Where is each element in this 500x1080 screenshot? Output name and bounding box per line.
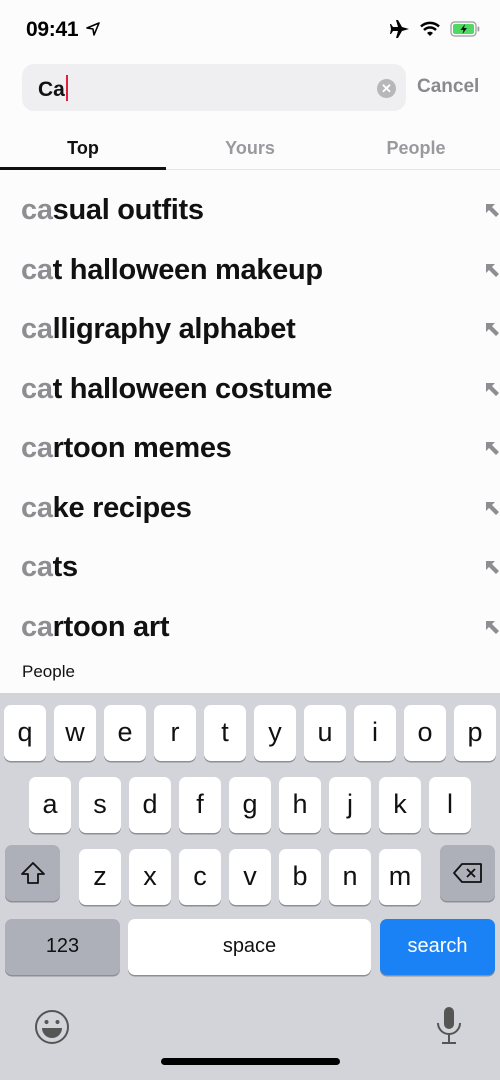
- key-n[interactable]: n: [329, 849, 371, 905]
- suggestion-match-prefix: ca: [21, 253, 53, 286]
- suggestion-text: casual outfits: [21, 194, 204, 227]
- microphone-icon[interactable]: [435, 1005, 463, 1047]
- active-tab-indicator: [0, 167, 166, 170]
- suggestion-completion: ke recipes: [52, 491, 192, 524]
- key-s[interactable]: s: [79, 777, 121, 833]
- key-m[interactable]: m: [379, 849, 421, 905]
- suggestion-item[interactable]: cake recipes: [0, 478, 500, 538]
- key-z[interactable]: z: [79, 849, 121, 905]
- suggestion-match-prefix: ca: [21, 313, 53, 345]
- backspace-icon: [452, 863, 482, 883]
- suggestion-match-prefix: ca: [21, 491, 53, 524]
- suggestion-text: calligraphy alphabet: [21, 313, 296, 346]
- suggestion-text: cartoon memes: [21, 432, 232, 465]
- key-b[interactable]: b: [279, 849, 321, 905]
- suggestion-item[interactable]: calligraphy alphabet: [0, 299, 500, 359]
- fill-query-arrow-icon[interactable]: [484, 500, 500, 516]
- suggestion-completion: t halloween makeup: [52, 253, 323, 286]
- key-y[interactable]: y: [254, 705, 296, 761]
- status-bar: 09:41: [0, 0, 500, 60]
- tab-yours[interactable]: Yours: [167, 138, 333, 159]
- key-x[interactable]: x: [129, 849, 171, 905]
- fill-query-arrow-icon[interactable]: [484, 321, 500, 337]
- key-j[interactable]: j: [329, 777, 371, 833]
- shift-icon: [20, 862, 45, 884]
- wifi-icon: [420, 21, 440, 36]
- numbers-key[interactable]: 123: [5, 919, 120, 975]
- search-input[interactable]: Ca ✕: [22, 64, 406, 111]
- airplane-icon: [390, 20, 409, 38]
- fill-query-arrow-icon[interactable]: [484, 619, 500, 635]
- home-indicator[interactable]: [161, 1058, 340, 1065]
- fill-query-arrow-icon[interactable]: [484, 559, 500, 575]
- suggestion-match-prefix: ca: [21, 432, 53, 464]
- suggestion-item[interactable]: cats: [0, 537, 500, 597]
- key-e[interactable]: e: [104, 705, 146, 761]
- suggestion-text: cat halloween makeup: [21, 254, 323, 287]
- suggestion-completion: sual outfits: [52, 194, 204, 226]
- key-t[interactable]: t: [204, 705, 246, 761]
- fill-query-arrow-icon[interactable]: [484, 440, 500, 456]
- key-c[interactable]: c: [179, 849, 221, 905]
- suggestion-completion: lligraphy alphabet: [52, 313, 296, 345]
- shift-key[interactable]: [5, 845, 60, 901]
- suggestion-item[interactable]: cartoon art: [0, 597, 500, 657]
- search-bar: Ca ✕ Cancel: [22, 64, 500, 112]
- suggestion-match-prefix: ca: [21, 194, 53, 226]
- emoji-icon[interactable]: [34, 1009, 70, 1045]
- tab-top[interactable]: Top: [0, 138, 166, 159]
- key-d[interactable]: d: [129, 777, 171, 833]
- suggestion-item[interactable]: cartoon memes: [0, 418, 500, 478]
- status-time: 09:41: [26, 18, 79, 41]
- key-v[interactable]: v: [229, 849, 271, 905]
- space-key[interactable]: space: [128, 919, 371, 975]
- search-query: Ca: [38, 78, 65, 101]
- key-w[interactable]: w: [54, 705, 96, 761]
- key-q[interactable]: q: [4, 705, 46, 761]
- suggestion-completion: rtoon art: [52, 610, 170, 643]
- key-h[interactable]: h: [279, 777, 321, 833]
- suggestion-item[interactable]: cat halloween makeup: [0, 240, 500, 300]
- key-u[interactable]: u: [304, 705, 346, 761]
- key-g[interactable]: g: [229, 777, 271, 833]
- suggestion-list: casual outfits cat halloween makeup callig…: [0, 180, 500, 656]
- key-o[interactable]: o: [404, 705, 446, 761]
- suggestion-text: cake recipes: [21, 492, 192, 525]
- location-arrow-icon: [86, 22, 100, 36]
- key-r[interactable]: r: [154, 705, 196, 761]
- fill-query-arrow-icon[interactable]: [484, 262, 500, 278]
- suggestion-completion: t halloween costume: [52, 372, 333, 405]
- delete-key[interactable]: [440, 845, 495, 901]
- suggestion-match-prefix: ca: [21, 551, 53, 583]
- text-caret: [65, 75, 68, 101]
- section-header-people: People: [22, 662, 75, 681]
- clear-icon[interactable]: ✕: [377, 79, 396, 98]
- key-p[interactable]: p: [454, 705, 496, 761]
- suggestion-item[interactable]: casual outfits: [0, 180, 500, 240]
- suggestion-item[interactable]: cat halloween costume: [0, 359, 500, 419]
- suggestion-completion: rtoon memes: [52, 432, 232, 464]
- fill-query-arrow-icon[interactable]: [484, 381, 500, 397]
- keyboard: 123 space search qwertyuiop asdfghjkl zxcv…: [0, 693, 500, 1080]
- key-i[interactable]: i: [354, 705, 396, 761]
- suggestion-text: cat halloween costume: [21, 372, 333, 406]
- key-k[interactable]: k: [379, 777, 421, 833]
- suggestion-match-prefix: ca: [21, 372, 53, 405]
- search-key[interactable]: search: [380, 919, 495, 975]
- key-a[interactable]: a: [29, 777, 71, 833]
- key-l[interactable]: l: [429, 777, 471, 833]
- suggestion-text: cats: [21, 551, 78, 584]
- fill-query-arrow-icon[interactable]: [484, 202, 500, 218]
- suggestion-text: cartoon art: [21, 611, 169, 644]
- suggestion-match-prefix: ca: [21, 610, 53, 643]
- key-f[interactable]: f: [179, 777, 221, 833]
- tab-people[interactable]: People: [333, 138, 499, 159]
- tab-bar: Top Yours People: [0, 128, 500, 170]
- suggestion-completion: ts: [52, 551, 78, 583]
- cancel-button[interactable]: Cancel: [417, 76, 479, 98]
- battery-charging-icon: [450, 21, 480, 37]
